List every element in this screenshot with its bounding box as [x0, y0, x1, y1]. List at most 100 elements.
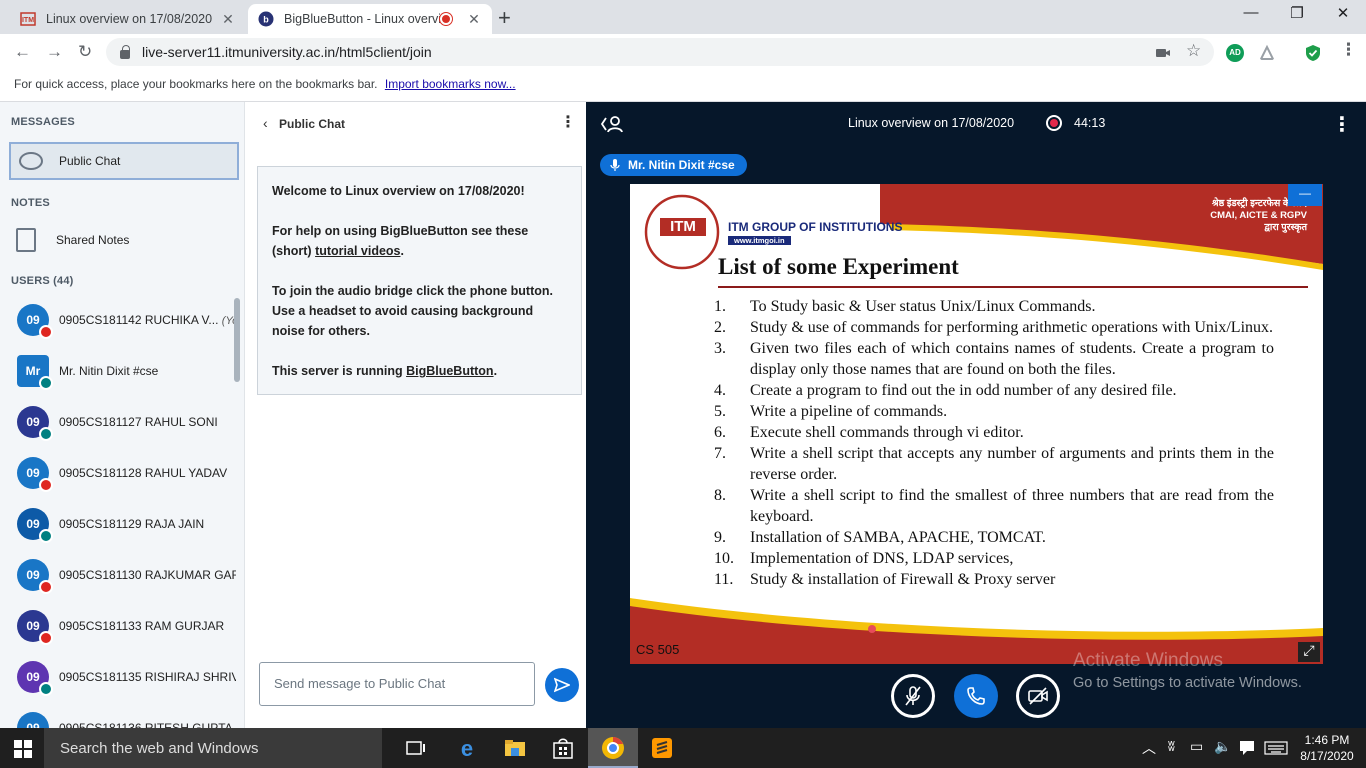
user-list-item[interactable]: 09 0905CS181128 RAHUL YADAV [0, 447, 236, 498]
svg-text:ITM: ITM [22, 17, 34, 24]
battery-icon[interactable]: ▭ [1190, 738, 1203, 755]
tutorial-videos-link[interactable]: tutorial videos [315, 244, 400, 258]
new-tab-button[interactable]: + [498, 5, 511, 31]
microphone-off-icon [905, 686, 921, 706]
browser-menu-icon[interactable]: ⋮ [1340, 40, 1357, 60]
users-list: 09 0905CS181142 RUCHIKA V... (You) Mr Mr. N… [0, 294, 236, 728]
chat-options-icon[interactable]: ⋮ [560, 112, 576, 132]
bigbluebutton-link[interactable]: BigBlueButton [406, 364, 493, 378]
user-list-item[interactable]: 09 0905CS181142 RUCHIKA V... (You) [0, 294, 236, 345]
users-heading: USERS (44) [11, 275, 74, 287]
edge-browser-icon[interactable]: e [455, 736, 479, 760]
bookmark-star-icon[interactable]: ☆ [1186, 41, 1201, 61]
tab-close-icon[interactable]: ✕ [220, 11, 236, 28]
forward-arrow-icon[interactable]: → [46, 42, 63, 62]
tab-bigbluebutton[interactable]: b BigBlueButton - Linux overvi ✕ [248, 4, 492, 34]
sublime-text-icon[interactable] [650, 736, 674, 760]
presentation-stage: Linux overview on 17/08/2020 44:13 ⋮ Mr.… [586, 102, 1366, 728]
lock-icon [120, 44, 130, 59]
meeting-options-icon[interactable]: ⋮ [1332, 112, 1352, 137]
user-name: 0905CS181130 RAJKUMAR GARG [59, 567, 236, 582]
user-list-item[interactable]: 09 0905CS181127 RAHUL SONI [0, 396, 236, 447]
meeting-title: Linux overview on 17/08/2020 [848, 116, 1015, 130]
windows-activation-watermark: Activate Windows Go to Settings to activ… [1073, 650, 1302, 691]
public-chat-label: Public Chat [59, 154, 121, 168]
system-clock[interactable]: 1:46 PM 8/17/2020 [1296, 732, 1358, 764]
windows-taskbar: Search the web and Windows e ︿ ʬ ▭ 🔈 1:4… [0, 728, 1366, 768]
minimize-presentation-button[interactable]: — [1288, 184, 1322, 206]
tab-linux-overview[interactable]: ITM Linux overview on 17/08/2020 ✕ [10, 4, 246, 34]
leave-audio-button[interactable] [954, 674, 998, 718]
user-avatar: Mr [17, 354, 53, 390]
itm-favicon-icon: ITM [20, 12, 36, 26]
presenter-pointer [868, 625, 876, 633]
chrome-taskbar-button[interactable] [588, 728, 638, 768]
audio-text: To join the audio bridge click the phone… [272, 284, 554, 338]
experiment-item: 8. Write a shell script to find the small… [714, 487, 1274, 525]
maximize-window-button[interactable]: ❐ [1274, 4, 1320, 22]
public-chat-item[interactable]: Public Chat [9, 142, 239, 180]
user-list-toggle-icon[interactable] [600, 114, 624, 134]
user-name: 0905CS181128 RAHUL YADAV [59, 465, 228, 480]
tray-expand-icon[interactable]: ︿ [1142, 738, 1156, 758]
camera-icon[interactable] [1154, 44, 1172, 62]
send-message-button[interactable] [545, 668, 579, 702]
user-avatar: 09 [17, 558, 53, 594]
task-view-icon[interactable] [404, 736, 428, 760]
file-explorer-icon[interactable] [503, 736, 527, 760]
user-list-scrollbar[interactable] [234, 298, 240, 382]
user-list-panel: MESSAGES Public Chat NOTES Shared Notes … [0, 102, 244, 728]
user-avatar: 09 [17, 711, 49, 728]
taskbar-search-box[interactable]: Search the web and Windows [44, 728, 382, 768]
shared-notes-item[interactable]: Shared Notes [16, 228, 129, 252]
profile-avatar[interactable]: AD [1226, 44, 1244, 62]
share-webcam-button[interactable] [1016, 674, 1060, 718]
tab-close-icon[interactable]: ✕ [466, 11, 482, 28]
microphone-icon [610, 159, 620, 171]
user-list-item[interactable]: 09 0905CS181133 RAM GURJAR [0, 600, 236, 651]
unmute-button[interactable] [891, 674, 935, 718]
microphone-muted-icon [39, 630, 53, 645]
windows-start-icon[interactable] [14, 740, 32, 758]
bookmarks-bar: For quick access, place your bookmarks h… [0, 70, 1366, 102]
chat-bubble-icon [19, 152, 43, 170]
close-window-button[interactable]: ✕ [1320, 4, 1366, 22]
keyboard-icon[interactable] [1264, 741, 1288, 755]
user-list-item[interactable]: 09 0905CS181136 RITESH GUPTA [0, 702, 236, 728]
experiment-item: 1. To Study basic & User status Unix/Linu… [714, 298, 1096, 315]
notifications-icon[interactable] [1238, 739, 1256, 757]
group-name: ITM GROUP OF INSTITUTIONS [728, 220, 903, 234]
user-name: 0905CS181142 RUCHIKA V... (You) [59, 312, 236, 327]
chevron-left-icon[interactable]: ‹ [263, 115, 268, 131]
user-name: 0905CS181136 RITESH GUPTA [59, 720, 233, 729]
user-list-item[interactable]: 09 0905CS181129 RAJA JAIN [0, 498, 236, 549]
itm-logo: ITM [660, 218, 706, 236]
chat-header[interactable]: ‹ Public Chat [263, 115, 345, 131]
extension-icon[interactable] [1258, 44, 1276, 62]
user-list-item[interactable]: 09 0905CS181130 RAJKUMAR GARG [0, 549, 236, 600]
shield-check-icon[interactable] [1304, 44, 1322, 62]
import-bookmarks-link[interactable]: Import bookmarks now... [385, 77, 516, 91]
bbb-favicon-icon: b [258, 11, 274, 27]
document-icon [16, 228, 36, 252]
chat-message-input[interactable]: Send message to Public Chat [259, 662, 535, 706]
user-list-item[interactable]: 09 0905CS181135 RISHIRAJ SHRIV... [0, 651, 236, 702]
headphones-icon [39, 426, 53, 441]
minimize-window-button[interactable]: — [1228, 4, 1274, 21]
back-arrow-icon[interactable]: ← [14, 42, 31, 62]
microphone-muted-icon [39, 477, 53, 492]
user-name: 0905CS181135 RISHIRAJ SHRIV... [59, 669, 236, 684]
url-bar[interactable]: live-server11.itmuniversity.ac.in/html5c… [106, 38, 1214, 66]
network-icon[interactable]: ʬ [1168, 738, 1175, 754]
url-text: live-server11.itmuniversity.ac.in/html5c… [142, 44, 432, 60]
chat-title: Public Chat [279, 117, 346, 131]
store-icon[interactable] [551, 736, 575, 760]
user-list-item[interactable]: Mr Mr. Nitin Dixit #cse [0, 345, 236, 396]
reload-icon[interactable]: ↻ [78, 42, 92, 62]
presenter-talking-indicator: Mr. Nitin Dixit #cse [600, 154, 747, 176]
user-avatar: 09 [17, 507, 53, 543]
volume-icon[interactable]: 🔈 [1214, 738, 1231, 755]
experiment-item: 4. Create a program to find out the in od… [714, 382, 1177, 399]
bookmarks-hint: For quick access, place your bookmarks h… [14, 77, 378, 91]
recording-icon[interactable] [1046, 115, 1062, 131]
